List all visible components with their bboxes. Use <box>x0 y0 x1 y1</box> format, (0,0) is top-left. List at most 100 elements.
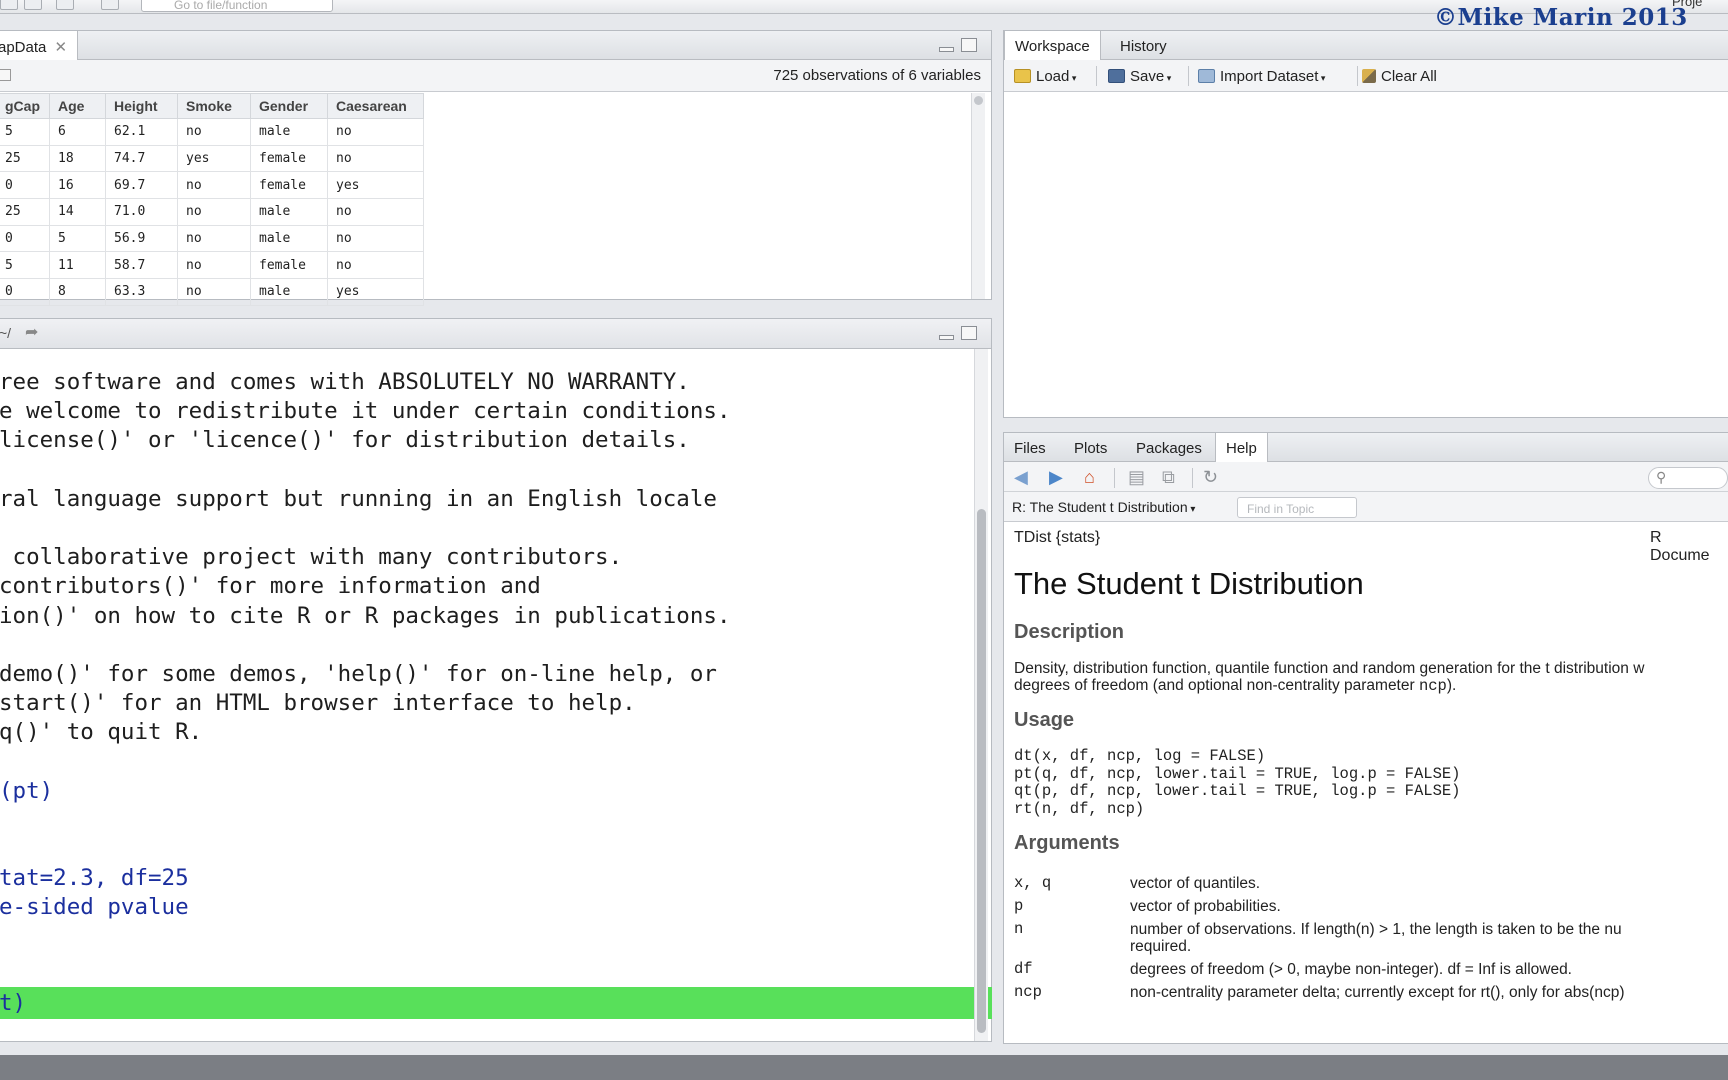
column-header[interactable]: Smoke <box>177 93 251 119</box>
table-cell: female <box>250 144 328 173</box>
table-cell: female <box>250 171 328 200</box>
load-button[interactable]: Load ▾ <box>1014 68 1076 85</box>
topic-label: R: The Student t Distribution <box>1012 499 1188 515</box>
home-icon[interactable]: ⌂ <box>1084 468 1095 486</box>
divider <box>1357 66 1358 86</box>
files-tabstrip: Files Plots Packages Help <box>1004 433 1728 463</box>
table-row: 25 14 71.0 no male no <box>0 198 424 226</box>
description-text: Density, distribution function, quantile… <box>1014 660 1714 695</box>
description-line-2: degrees of freedom (and optional non-cen… <box>1014 677 1457 695</box>
help-content: TDist {stats} R Docume The Student t Dis… <box>1014 529 1714 1015</box>
data-scrollbar[interactable] <box>971 93 985 299</box>
import-icon <box>1198 69 1215 83</box>
table-cell: 14 <box>49 198 106 226</box>
load-label: Load <box>1036 68 1070 85</box>
save-button[interactable]: Save ▾ <box>1108 68 1171 85</box>
console-line: ral language support but running in an E… <box>0 485 717 512</box>
usage-heading: Usage <box>1014 709 1075 731</box>
tab-data[interactable]: apData ✕ <box>0 31 79 61</box>
table-cell: female <box>250 251 328 280</box>
table-cell: 69.7 <box>105 171 178 200</box>
save-icon[interactable] <box>56 0 74 10</box>
find-in-topic-input[interactable]: Find in Topic <box>1237 497 1357 518</box>
table-cell: 6 <box>49 118 106 146</box>
help-nav-toolbar: ◀ ▶ ⌂ ▤ ⧉ ↻ ⚲ <box>1004 462 1728 492</box>
argument-desc: vector of probabilities. <box>1130 898 1281 915</box>
tab-history-label: History <box>1120 38 1167 55</box>
table-cell: 62.1 <box>105 118 178 146</box>
table-cell: 25 <box>0 144 50 173</box>
table-cell: no <box>177 198 251 226</box>
goto-file-input[interactable]: Go to file/function <box>141 0 333 12</box>
refresh-icon[interactable]: ↻ <box>1203 468 1218 486</box>
goto-dir-icon[interactable]: ➦ <box>25 322 38 342</box>
topic-dropdown[interactable]: R: The Student t Distribution ▾ <box>1012 499 1195 515</box>
workspace-pane: Workspace History Load ▾ Save ▾ Import D… <box>1003 30 1728 418</box>
table-cell: yes <box>177 144 251 173</box>
copyright-watermark: ©Mike Marin 2013 <box>1434 4 1688 31</box>
argument-name: x, q <box>1014 874 1052 892</box>
open-file-icon[interactable] <box>24 0 42 10</box>
console-line: license()' or 'licence()' for distributi… <box>0 427 690 454</box>
tab-workspace[interactable]: Workspace <box>1004 31 1101 61</box>
console-line: q()' to quit R. <box>0 719 203 746</box>
back-arrow-icon[interactable]: ◀ <box>1014 468 1028 486</box>
maximize-icon[interactable] <box>961 38 977 52</box>
new-file-icon[interactable] <box>0 0 18 10</box>
clear-all-button[interactable]: Clear All <box>1362 68 1437 85</box>
console-scroll-thumb[interactable] <box>977 509 986 1033</box>
table-cell: no <box>327 251 424 280</box>
column-header[interactable]: gCap <box>0 93 50 119</box>
column-header[interactable]: Height <box>105 93 178 119</box>
close-icon[interactable]: ✕ <box>55 39 68 56</box>
table-row: 0 16 69.7 no female yes <box>0 171 424 200</box>
column-header[interactable]: Age <box>49 93 106 119</box>
table-cell: 0 <box>0 171 50 200</box>
tab-plots[interactable]: Plots <box>1064 433 1117 462</box>
tab-packages[interactable]: Packages <box>1126 433 1212 462</box>
console-path: ~/ <box>0 325 12 341</box>
console-input[interactable]: t) <box>0 987 26 1019</box>
import-dataset-button[interactable]: Import Dataset ▾ <box>1198 68 1325 85</box>
data-viewer-pane: apData ✕ 725 observations of 6 variables… <box>0 30 992 306</box>
table-cell: yes <box>327 171 424 200</box>
clear-all-label: Clear All <box>1381 68 1437 85</box>
table-row: 0 5 56.9 no male no <box>0 224 424 253</box>
console-minimize-icon[interactable] <box>939 335 954 340</box>
folder-icon <box>1014 69 1031 83</box>
table-cell: 18 <box>49 144 106 173</box>
argument-desc: number of observations. If length(n) > 1… <box>1130 921 1622 938</box>
print-icon[interactable]: ▤ <box>1128 468 1145 486</box>
print-icon[interactable] <box>101 0 119 10</box>
tab-history[interactable]: History <box>1110 31 1177 60</box>
argument-desc: non-centrality parameter delta; currentl… <box>1130 984 1625 1001</box>
table-cell: male <box>250 198 328 226</box>
forward-arrow-icon[interactable]: ▶ <box>1049 468 1063 486</box>
divider <box>1188 66 1189 86</box>
tab-files[interactable]: Files <box>1004 433 1056 462</box>
help-search-input[interactable]: ⚲ <box>1648 467 1728 489</box>
save-label: Save <box>1130 68 1165 85</box>
console-line: start()' for an HTML browser interface t… <box>0 690 636 717</box>
console-maximize-icon[interactable] <box>961 326 977 340</box>
project-menu[interactable]: Proje <box>1672 0 1702 9</box>
observation-count: 725 observations of 6 variables <box>773 67 981 84</box>
console-line: e welcome to redistribute it under certa… <box>0 398 731 425</box>
arguments-table: x, q vector of quantiles. p vector of proba… <box>1014 875 1714 1015</box>
argument-desc: vector of quantiles. <box>1130 875 1261 892</box>
console-scrollbar[interactable] <box>974 349 988 1041</box>
console-output[interactable]: ree software and comes with ABSOLUTELY N… <box>0 366 974 921</box>
popout-icon[interactable] <box>0 69 11 81</box>
tab-workspace-label: Workspace <box>1015 38 1090 55</box>
tab-packages-label: Packages <box>1136 440 1202 457</box>
column-header[interactable]: Gender <box>250 93 328 119</box>
table-cell: 63.3 <box>105 278 178 306</box>
minimize-icon[interactable] <box>939 47 954 52</box>
tab-help[interactable]: Help <box>1215 433 1268 463</box>
argument-desc: degrees of freedom (> 0, maybe non-integ… <box>1130 961 1572 978</box>
popout-icon[interactable]: ⧉ <box>1162 468 1175 486</box>
column-header[interactable]: Caesarean <box>327 93 424 119</box>
